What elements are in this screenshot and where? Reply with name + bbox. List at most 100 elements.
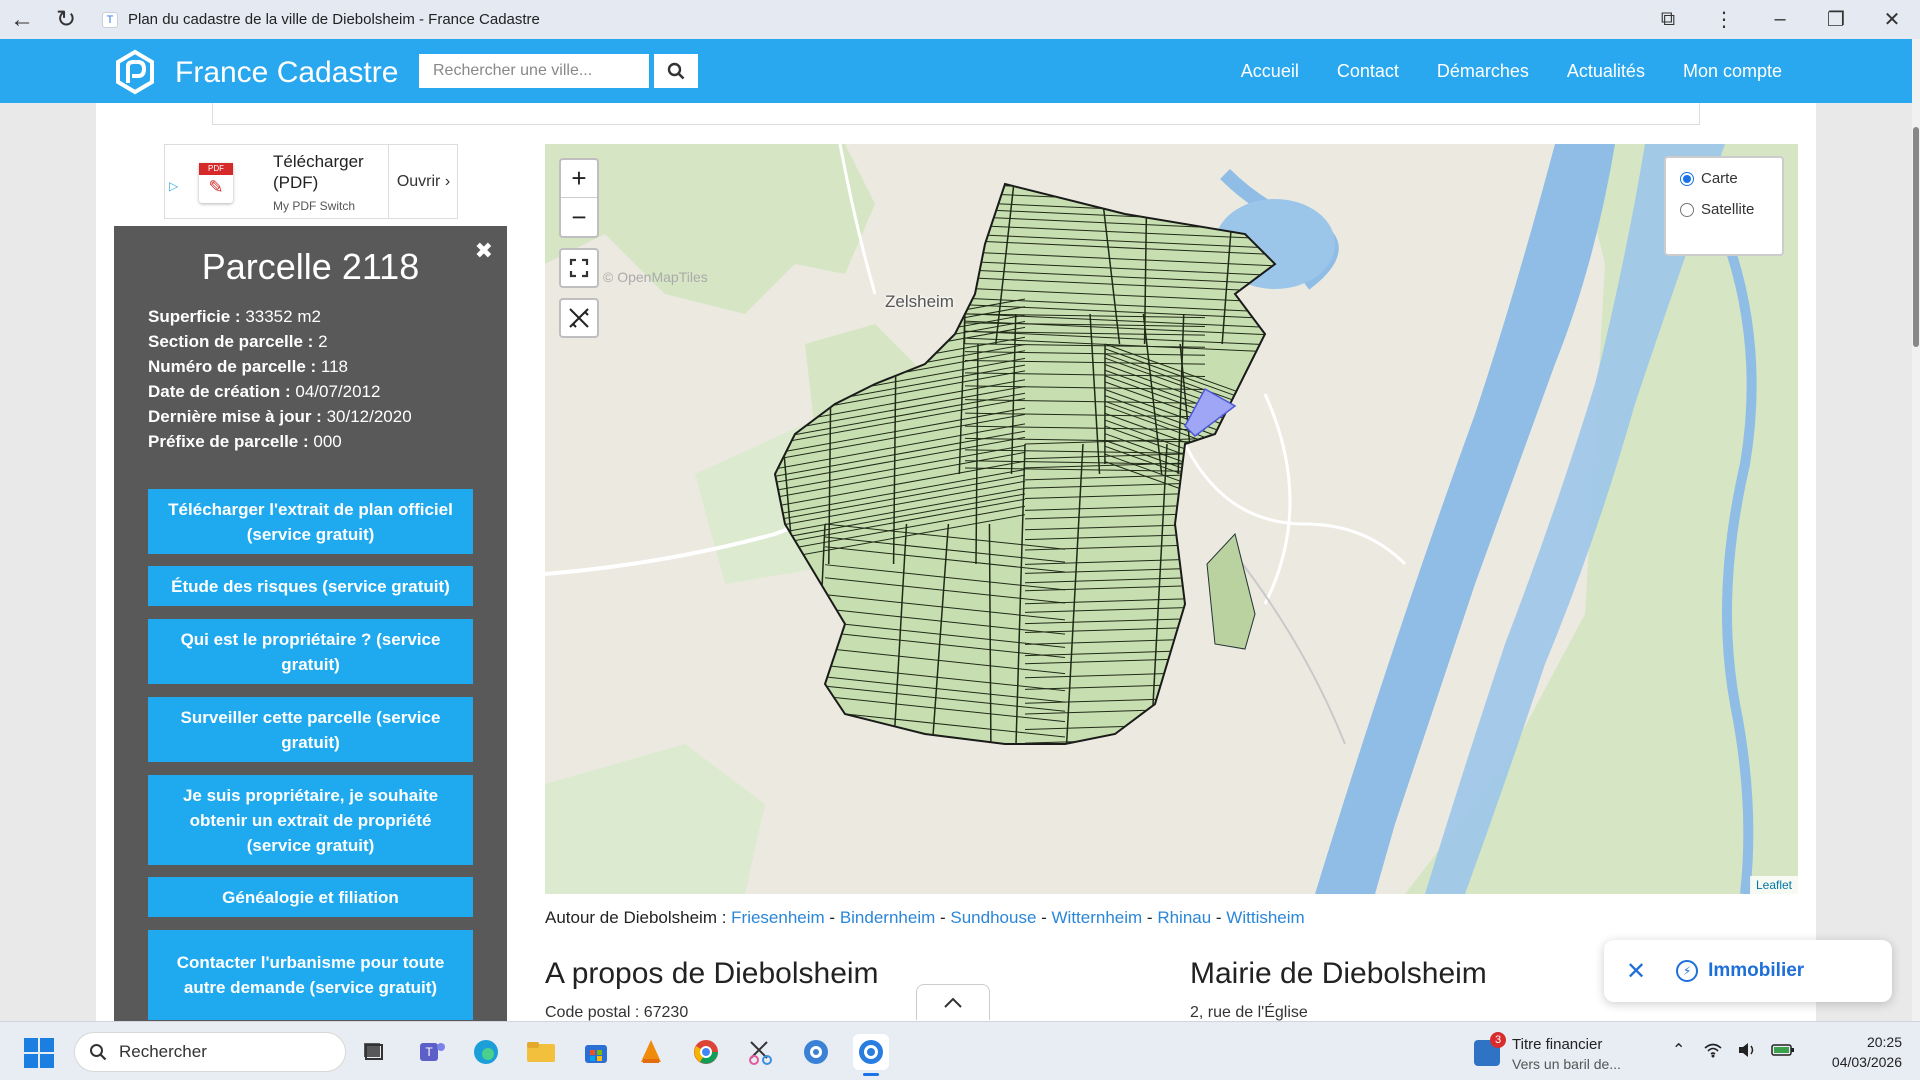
- battery-icon[interactable]: [1771, 1043, 1795, 1057]
- town-link-friesenheim[interactable]: Friesenheim: [731, 908, 825, 927]
- ad-title: Télécharger (PDF): [273, 152, 364, 192]
- site-header: France Cadastre Accueil Contact Démarche…: [0, 39, 1912, 103]
- place-label-zelsheim: Zelsheim: [885, 292, 954, 311]
- radio-carte[interactable]: [1680, 171, 1694, 186]
- measure-button[interactable]: [559, 298, 599, 338]
- download-extract-button[interactable]: Télécharger l'extrait de plan officiel (…: [148, 489, 473, 554]
- scrollbar-thumb[interactable]: [1913, 127, 1919, 347]
- wifi-icon[interactable]: [1703, 1042, 1723, 1058]
- more-menu-icon[interactable]: ⋮: [1696, 0, 1752, 39]
- volume-icon[interactable]: [1737, 1042, 1757, 1058]
- minimize-button[interactable]: –: [1752, 0, 1808, 39]
- radio-satellite[interactable]: [1680, 202, 1694, 217]
- layer-option-carte[interactable]: Carte: [1680, 170, 1768, 187]
- restore-button[interactable]: ❐: [1808, 0, 1864, 39]
- property-extract-button[interactable]: Je suis propriétaire, je souhaite obteni…: [148, 775, 473, 865]
- mairie-address: 2, rue de l'Église: [1190, 1004, 1308, 1021]
- postal-code: Code postal : 67230: [545, 1004, 689, 1021]
- close-icon[interactable]: ✕: [1626, 957, 1646, 986]
- nav-actualites[interactable]: Actualités: [1567, 61, 1645, 82]
- active-browser-icon[interactable]: [853, 1034, 889, 1076]
- owner-lookup-button[interactable]: Qui est le propriétaire ? (service gratu…: [148, 619, 473, 684]
- info-numero: Numéro de parcelle : 118: [148, 357, 348, 376]
- snipping-tool-icon[interactable]: [743, 1034, 779, 1070]
- pdf-icon: PDF ✎: [199, 163, 233, 203]
- ad-banner[interactable]: ▷ PDF ✎ Télécharger (PDF) My PDF Switch …: [164, 144, 458, 219]
- parcel-panel: ✖ Parcelle 2118 Superficie : 33352 m2 Se…: [114, 226, 507, 1026]
- ad-choices-icon[interactable]: ▷: [169, 179, 178, 193]
- nav-accueil[interactable]: Accueil: [1241, 61, 1299, 82]
- favicon-icon: T: [102, 11, 118, 28]
- parcel-title: Parcelle 2118: [201, 246, 420, 287]
- immobilier-label[interactable]: Immobilier: [1708, 960, 1804, 982]
- about-heading: A propos de Diebolsheim: [545, 957, 879, 990]
- watch-parcel-button[interactable]: Surveiller cette parcelle (service gratu…: [148, 697, 473, 762]
- risk-study-button[interactable]: Étude des risques (service gratuit): [148, 566, 473, 606]
- layer-switcher: Carte Satellite: [1664, 156, 1784, 256]
- teams-icon[interactable]: T: [414, 1034, 450, 1070]
- fullscreen-icon: [569, 258, 589, 278]
- browser-app-icon[interactable]: [798, 1034, 834, 1070]
- parcel-info: Superficie : 33352 m2 Section de parcell…: [148, 304, 412, 454]
- info-date-creation: Date de création : 04/07/2012: [148, 382, 381, 401]
- nav-contact[interactable]: Contact: [1337, 61, 1399, 82]
- news-badge: 3: [1490, 1032, 1506, 1048]
- file-explorer-icon[interactable]: [523, 1034, 559, 1070]
- town-link-wittisheim[interactable]: Wittisheim: [1226, 908, 1304, 927]
- news-widget[interactable]: 3 Titre financier Vers un baril de...: [1470, 1030, 1670, 1074]
- main-nav: Accueil Contact Démarches Actualités Mon…: [1203, 39, 1782, 103]
- chrome-icon[interactable]: [688, 1034, 724, 1070]
- search-icon: [90, 1044, 107, 1061]
- info-superficie: Superficie : 33352 m2: [148, 307, 321, 326]
- vlc-icon[interactable]: [633, 1034, 669, 1070]
- search-button[interactable]: [654, 54, 698, 88]
- map-canvas[interactable]: [545, 144, 1798, 894]
- city-search-input[interactable]: [419, 54, 649, 88]
- page-scrollbar[interactable]: [1912, 39, 1920, 1021]
- genealogy-button[interactable]: Généalogie et filiation: [148, 877, 473, 917]
- contact-urbanism-button[interactable]: Contacter l'urbanisme pour toute autre d…: [148, 930, 473, 1020]
- nav-mon-compte[interactable]: Mon compte: [1683, 61, 1782, 82]
- france-cadastre-logo-icon[interactable]: [112, 49, 158, 95]
- info-derniere-maj: Dernière mise à jour : 30/12/2020: [148, 407, 412, 426]
- ad-open-button[interactable]: Ouvrir ›: [388, 145, 458, 218]
- nav-demarches[interactable]: Démarches: [1437, 61, 1529, 82]
- reload-icon[interactable]: ↻: [44, 0, 88, 39]
- clock[interactable]: 20:25 04/03/2026: [1806, 1032, 1902, 1072]
- town-link-sundhouse[interactable]: Sundhouse: [950, 908, 1036, 927]
- browser-titlebar: ← ↻ T Plan du cadastre de la ville de Di…: [0, 0, 1920, 39]
- pdf-tag: PDF: [199, 163, 233, 175]
- town-link-rhinau[interactable]: Rhinau: [1157, 908, 1211, 927]
- nearby-towns: Autour de Diebolsheim : Friesenheim - Bi…: [545, 908, 1305, 927]
- zoom-control: + −: [559, 158, 599, 238]
- fullscreen-button[interactable]: [559, 248, 599, 288]
- news-subtitle: Vers un baril de...: [1512, 1056, 1621, 1072]
- back-arrow-icon[interactable]: ←: [0, 0, 44, 39]
- bolt-icon: ⚡: [1676, 960, 1699, 982]
- taskbar-search[interactable]: Rechercher: [74, 1032, 346, 1072]
- top-strip: [212, 103, 1700, 125]
- zoom-in-button[interactable]: +: [561, 160, 597, 198]
- layer-option-satellite[interactable]: Satellite: [1680, 201, 1768, 218]
- store-icon[interactable]: [578, 1034, 614, 1070]
- cadastre-map[interactable]: + − © OpenMapTiles Zelsheim Carte Satell…: [545, 144, 1798, 894]
- town-link-witternheim[interactable]: Witternheim: [1052, 908, 1143, 927]
- start-button[interactable]: [24, 1038, 54, 1068]
- windows-taskbar: Rechercher T 3 Titre financier Vers un b…: [0, 1021, 1920, 1080]
- measure-tool-icon: [569, 308, 589, 328]
- task-view-icon[interactable]: [356, 1034, 392, 1070]
- ad-brand: My PDF Switch: [273, 199, 356, 213]
- town-link-bindernheim[interactable]: Bindernheim: [840, 908, 935, 927]
- edge-icon[interactable]: [468, 1034, 504, 1070]
- close-window-button[interactable]: ✕: [1864, 0, 1920, 39]
- zoom-out-button[interactable]: −: [561, 198, 597, 236]
- chevron-up-icon: [944, 997, 962, 1008]
- tab-title: Plan du cadastre de la ville de Diebolsh…: [128, 11, 540, 28]
- chevron-up-icon[interactable]: ⌃: [1672, 1040, 1685, 1060]
- brand-name[interactable]: France Cadastre: [175, 56, 398, 90]
- info-section: Section de parcelle : 2: [148, 332, 328, 351]
- system-tray: ⌃: [1672, 1040, 1795, 1060]
- open-external-icon[interactable]: ⧉: [1640, 0, 1696, 39]
- collapse-tab[interactable]: [916, 984, 990, 1020]
- leaflet-attribution[interactable]: Leaflet: [1749, 876, 1798, 894]
